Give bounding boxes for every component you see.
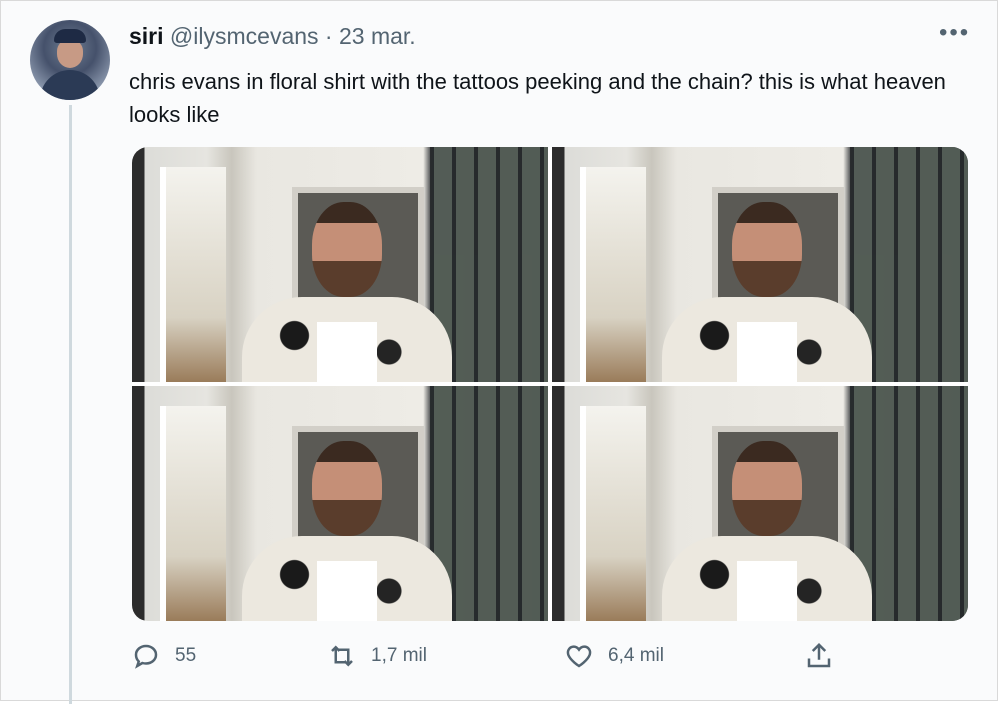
tweet-card[interactable]: siri @ilysmcevans · 23 mar. ••• chris ev… [0, 0, 1000, 704]
photo-door-shape [580, 406, 646, 621]
retweet-button[interactable]: 1,7 mil [327, 641, 427, 671]
tweet-date[interactable]: 23 mar. [339, 23, 416, 49]
more-horizontal-icon[interactable]: ••• [939, 21, 970, 45]
photo-head-shape [732, 202, 802, 297]
photo-head-shape [312, 441, 382, 536]
avatar[interactable] [30, 20, 110, 100]
avatar-face-shape [57, 40, 83, 68]
reply-icon [134, 644, 158, 669]
photo-tee-shape [737, 561, 797, 621]
heart-icon [566, 645, 592, 668]
photo-tee-shape [317, 561, 377, 621]
media-grid [132, 147, 968, 621]
avatar-body-shape [40, 70, 100, 100]
photo-door-shape [160, 167, 226, 382]
like-button[interactable]: 6,4 mil [564, 641, 664, 671]
photo-tee-shape [737, 322, 797, 382]
meta-separator: · [318, 23, 339, 49]
tweet-header: siri @ilysmcevans · 23 mar. [129, 23, 416, 50]
thread-line [69, 105, 72, 704]
action-bar: 55 1,7 mil 6,4 mil [1, 641, 1000, 677]
photo-tee-shape [317, 322, 377, 382]
photo-head-shape [312, 202, 382, 297]
photo-door-shape [160, 406, 226, 621]
author-name[interactable]: siri [129, 23, 164, 49]
avatar-cap-shape [54, 29, 86, 43]
like-count: 6,4 mil [608, 645, 664, 666]
media-photo-4[interactable] [552, 386, 968, 621]
photo-door-shape [580, 167, 646, 382]
photo-head-shape [732, 441, 802, 536]
retweet-icon [331, 645, 353, 667]
reply-button[interactable]: 55 [131, 641, 196, 671]
share-button[interactable] [804, 641, 848, 671]
retweet-count: 1,7 mil [371, 645, 427, 666]
author-handle[interactable]: @ilysmcevans [170, 23, 319, 49]
media-photo-1[interactable] [132, 147, 548, 382]
reply-count: 55 [175, 645, 197, 666]
media-photo-3[interactable] [132, 386, 548, 621]
tweet-text: chris evans in floral shirt with the tat… [129, 69, 946, 127]
media-photo-2[interactable] [552, 147, 968, 382]
share-icon [807, 642, 831, 668]
